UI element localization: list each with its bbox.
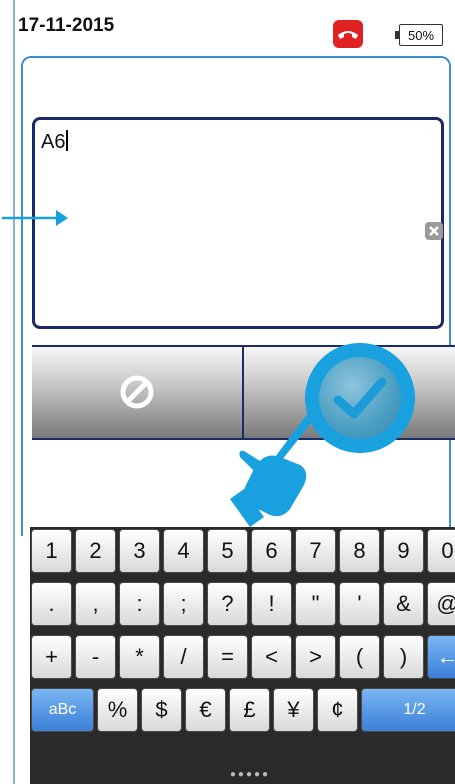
key-6[interactable]: 6 bbox=[251, 529, 292, 573]
clear-x-icon bbox=[429, 226, 439, 236]
phone-screen: 17-11-2015 50% A6 1 2 3 4 5 6 7 8 9 0 . … bbox=[2, 0, 455, 784]
text-input-value: A6 bbox=[41, 130, 69, 154]
check-icon bbox=[333, 377, 387, 419]
key-pound[interactable]: £ bbox=[229, 688, 270, 732]
keyboard-row-2: . , : ; ? ! " ' & @ bbox=[30, 582, 455, 628]
key-slash[interactable]: / bbox=[163, 635, 204, 679]
key-at[interactable]: @ bbox=[427, 582, 455, 626]
key-equals[interactable]: = bbox=[207, 635, 248, 679]
key-greater-than[interactable]: > bbox=[295, 635, 336, 679]
key-less-than[interactable]: < bbox=[251, 635, 292, 679]
arrow-right-icon bbox=[2, 210, 68, 226]
battery-indicator: 50% bbox=[395, 24, 443, 46]
key-exclamation[interactable]: ! bbox=[251, 582, 292, 626]
key-ampersand[interactable]: & bbox=[383, 582, 424, 626]
key-percent[interactable]: % bbox=[97, 688, 138, 732]
end-call-button[interactable] bbox=[333, 20, 363, 48]
key-0[interactable]: 0 bbox=[427, 529, 455, 573]
key-8[interactable]: 8 bbox=[339, 529, 380, 573]
clear-text-icon[interactable] bbox=[425, 222, 443, 240]
key-yen[interactable]: ¥ bbox=[273, 688, 314, 732]
key-period[interactable]: . bbox=[31, 582, 72, 626]
key-double-quote[interactable]: " bbox=[295, 582, 336, 626]
key-4[interactable]: 4 bbox=[163, 529, 204, 573]
key-colon[interactable]: : bbox=[119, 582, 160, 626]
key-1[interactable]: 1 bbox=[31, 529, 72, 573]
keyboard-row-1: 1 2 3 4 5 6 7 8 9 0 bbox=[30, 529, 455, 575]
hand-pointer-icon bbox=[230, 413, 316, 527]
keyboard-page-indicator: ●●●●● bbox=[229, 769, 271, 780]
key-shift-abc[interactable]: aBc bbox=[31, 688, 94, 732]
key-5[interactable]: 5 bbox=[207, 529, 248, 573]
key-cent[interactable]: ¢ bbox=[317, 688, 358, 732]
text-caret bbox=[66, 130, 69, 151]
status-bar: 17-11-2015 50% bbox=[15, 0, 455, 56]
key-plus[interactable]: + bbox=[31, 635, 72, 679]
cancel-button[interactable] bbox=[32, 347, 244, 438]
key-dollar[interactable]: $ bbox=[141, 688, 182, 732]
backspace-key-icon[interactable]: ← bbox=[427, 635, 455, 679]
text-input-box[interactable]: A6 bbox=[32, 117, 444, 329]
key-2[interactable]: 2 bbox=[75, 529, 116, 573]
key-semicolon[interactable]: ; bbox=[163, 582, 204, 626]
key-minus[interactable]: - bbox=[75, 635, 116, 679]
keyboard-row-3: + - * / = < > ( ) ← bbox=[30, 635, 455, 681]
key-close-paren[interactable]: ) bbox=[383, 635, 424, 679]
keyboard-row-4: aBc % $ € £ ¥ ¢ 1/2 bbox=[30, 688, 455, 734]
key-apostrophe[interactable]: ' bbox=[339, 582, 380, 626]
key-open-paren[interactable]: ( bbox=[339, 635, 380, 679]
key-comma[interactable]: , bbox=[75, 582, 116, 626]
key-7[interactable]: 7 bbox=[295, 529, 336, 573]
text-input-content: A6 bbox=[41, 131, 66, 153]
on-screen-keyboard: 1 2 3 4 5 6 7 8 9 0 . , : ; ? ! " ' & @ … bbox=[30, 527, 455, 784]
key-9[interactable]: 9 bbox=[383, 529, 424, 573]
key-question[interactable]: ? bbox=[207, 582, 248, 626]
phone-hangup-icon bbox=[338, 31, 358, 39]
key-3[interactable]: 3 bbox=[119, 529, 160, 573]
status-date: 17-11-2015 bbox=[18, 15, 115, 36]
key-asterisk[interactable]: * bbox=[119, 635, 160, 679]
key-page-toggle[interactable]: 1/2 bbox=[361, 688, 455, 732]
cancel-icon bbox=[120, 375, 154, 409]
key-euro[interactable]: € bbox=[185, 688, 226, 732]
